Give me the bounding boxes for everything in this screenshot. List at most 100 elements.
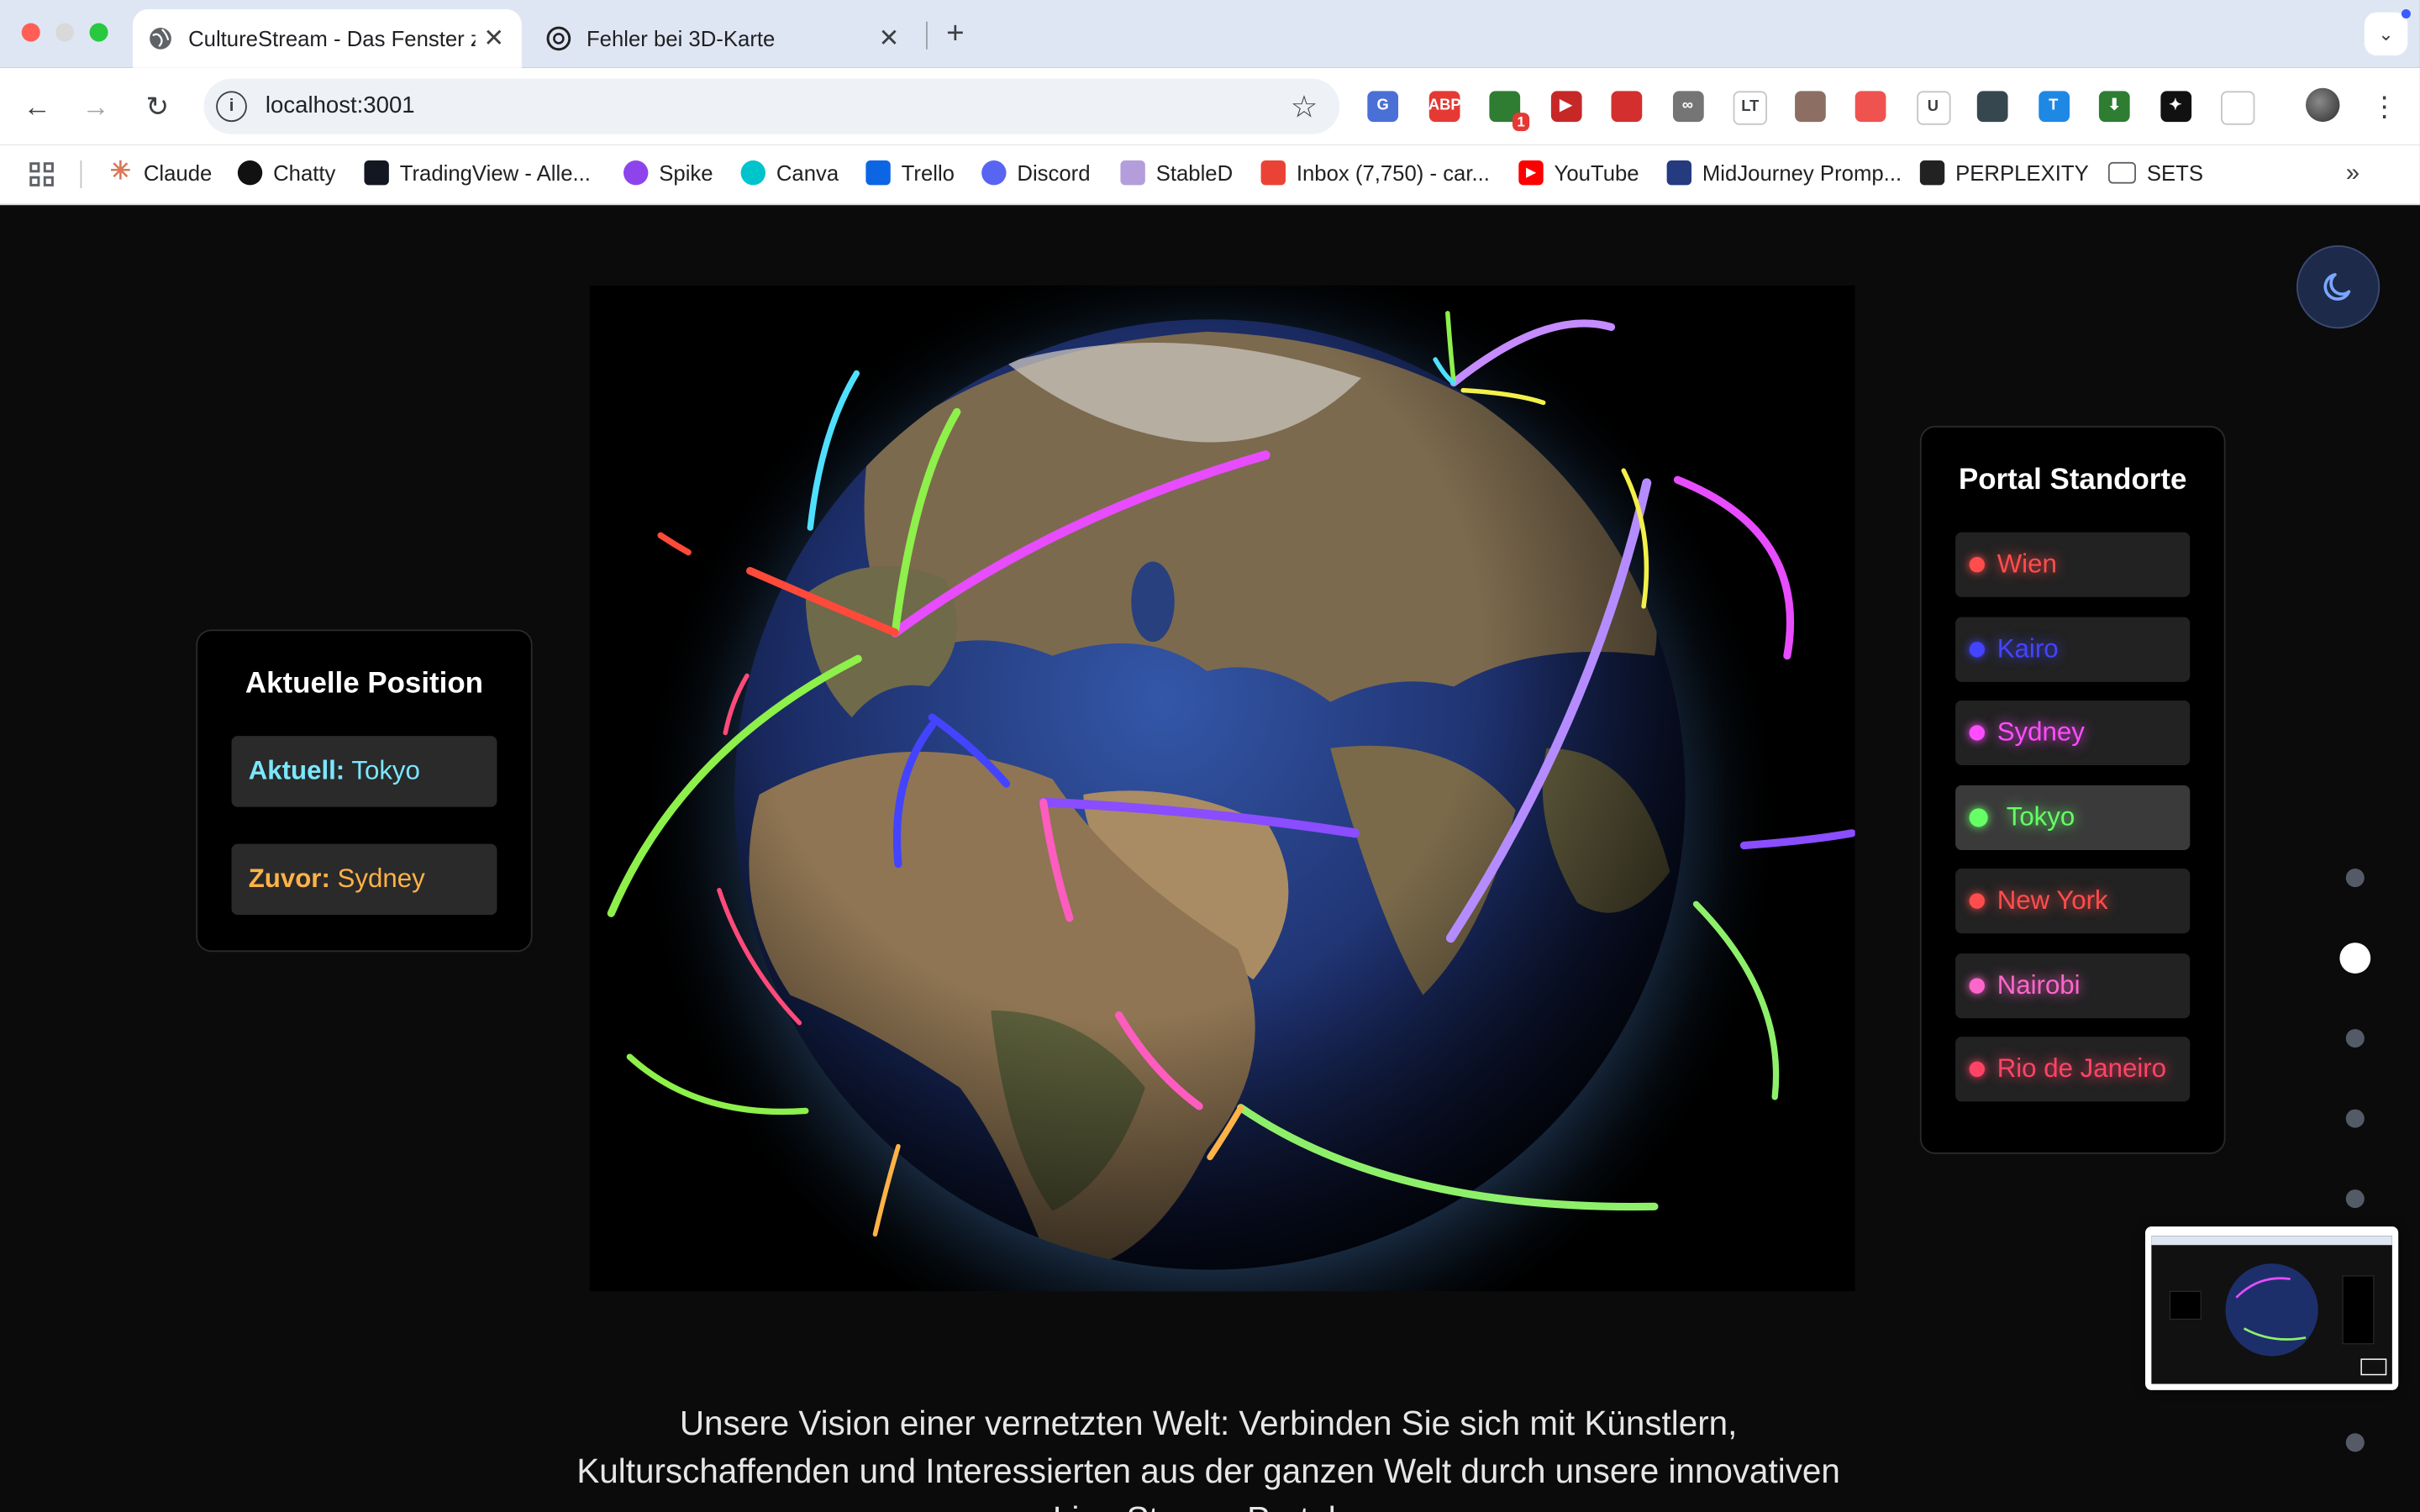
bookmark-label: SETS xyxy=(2146,160,2204,186)
extension-badge-count: 1 xyxy=(1512,113,1530,132)
u-icon[interactable]: U xyxy=(1916,91,1950,125)
puzzle-icon[interactable] xyxy=(2221,91,2255,125)
sparkle-icon[interactable]: ✦ xyxy=(2160,91,2191,123)
tradingview-icon xyxy=(364,160,389,186)
folder-icon xyxy=(2107,161,2136,184)
location-kairo[interactable]: Kairo xyxy=(1955,616,2191,681)
section-nav-dot[interactable] xyxy=(2345,1029,2365,1048)
bookmark-midjourney-promp[interactable]: MidJourney Promp... xyxy=(1666,160,1902,186)
close-window-button[interactable] xyxy=(21,23,40,42)
new-tab-button[interactable]: + xyxy=(939,15,972,52)
bookmark-star-icon[interactable]: ☆ xyxy=(1291,88,1318,127)
download-arrow-icon[interactable]: ⬇ xyxy=(2098,91,2130,123)
globe-icon xyxy=(148,26,172,50)
layers-icon[interactable] xyxy=(1976,91,2008,123)
location-color-dot xyxy=(1969,1061,1985,1078)
t-icon[interactable]: T xyxy=(2038,91,2070,123)
claude-icon: ✳ xyxy=(109,159,131,186)
portal-locations-panel: Portal Standorte Wien Kairo Sydney Tokyo New… xyxy=(1919,425,2226,1154)
bookmark-stabled[interactable]: StableD xyxy=(1120,160,1233,186)
location-color-dot xyxy=(1969,807,1988,827)
rocket-icon xyxy=(1120,160,1145,186)
languagetool-icon[interactable]: LT xyxy=(1733,91,1768,125)
bookmark-divider xyxy=(80,160,82,189)
bookmark-perplexity[interactable]: PERPLEXITY xyxy=(1919,160,2089,186)
minimize-window-button[interactable] xyxy=(55,23,75,42)
tab-strip: CultureStream - Das Fenster z ✕ Fehler b… xyxy=(0,0,2420,68)
previous-position-box: Zuvor: Sydney xyxy=(231,843,497,916)
bookmark-chatty[interactable]: Chatty xyxy=(237,160,336,186)
forward-button[interactable]: → xyxy=(77,88,114,125)
location-label: Nairobi xyxy=(1996,969,2081,1000)
location-label: Wien xyxy=(1996,549,2057,579)
bookmark-claude[interactable]: ✳ Claude xyxy=(108,159,213,186)
media-icon[interactable]: ▶ xyxy=(1549,91,1581,123)
current-position-box: Aktuell: Tokyo xyxy=(231,736,497,807)
bookmark-discord[interactable]: Discord xyxy=(981,160,1091,186)
tab-culturestream[interactable]: CultureStream - Das Fenster z ✕ xyxy=(132,9,522,68)
section-nav-dot[interactable] xyxy=(2345,869,2365,888)
chat-icon[interactable] xyxy=(1854,91,1886,123)
bookmark-label: Canva xyxy=(776,160,839,186)
location-wien[interactable]: Wien xyxy=(1955,532,2191,597)
trello-icon xyxy=(865,160,891,186)
bookmark-sets[interactable]: SETS xyxy=(2107,160,2204,186)
current-position-panel: Aktuelle Position Aktuell: Tokyo Zuvor: … xyxy=(196,629,533,953)
chatgpt-icon xyxy=(237,160,263,186)
google-translate-icon[interactable]: G xyxy=(1367,91,1399,123)
apps-grid-icon[interactable] xyxy=(28,160,55,188)
location-nairobi[interactable]: Nairobi xyxy=(1955,953,2191,1018)
section-nav-dot-active[interactable] xyxy=(2339,942,2371,974)
adblock-plus-icon[interactable]: ABP xyxy=(1428,91,1461,123)
location-sydney[interactable]: Sydney xyxy=(1955,700,2191,766)
panel-title: Portal Standorte xyxy=(1958,464,2187,497)
tab-search-button[interactable]: ⌄ xyxy=(2364,12,2408,56)
extension-badge-icon[interactable]: 1 xyxy=(1489,91,1530,132)
location-color-dot xyxy=(1969,725,1985,741)
bookmark-label: Claude xyxy=(143,160,213,186)
profile-avatar[interactable] xyxy=(2306,87,2340,123)
location-rio-de-janeiro[interactable]: Rio de Janeiro xyxy=(1955,1037,2191,1102)
tab-fehler-3d-karte[interactable]: Fehler bei 3D-Karte ✕ xyxy=(531,9,917,68)
youtube-icon: ▶ xyxy=(1518,160,1544,186)
location-new-york[interactable]: New York xyxy=(1955,869,2191,934)
current-label: Aktuell: xyxy=(248,755,345,785)
bookmark-youtube[interactable]: ▶ YouTube xyxy=(1518,160,1639,186)
bookmark-label: TradingView - Alle... xyxy=(399,160,591,186)
previous-label: Zuvor: xyxy=(248,864,330,894)
tab-separator xyxy=(926,21,928,50)
bookmark-spike[interactable]: Spike xyxy=(623,160,713,186)
location-tokyo[interactable]: Tokyo xyxy=(1955,784,2191,850)
section-nav-dot[interactable] xyxy=(2345,1433,2365,1452)
bookmark-tradingview-alle[interactable]: TradingView - Alle... xyxy=(364,160,591,186)
close-tab-icon[interactable]: ✕ xyxy=(871,24,908,55)
screen-share-preview[interactable] xyxy=(2145,1226,2399,1390)
location-color-dot xyxy=(1969,641,1985,657)
site-info-icon[interactable]: i xyxy=(216,91,247,123)
close-tab-icon[interactable]: ✕ xyxy=(476,24,513,55)
more-bookmarks-icon[interactable]: » xyxy=(2346,160,2360,188)
bookmark-label: Chatty xyxy=(273,160,336,186)
url-text[interactable]: localhost:3001 xyxy=(266,92,415,118)
section-nav-dot[interactable] xyxy=(2345,1189,2365,1209)
shield-icon[interactable] xyxy=(1611,91,1643,123)
globe-visualization[interactable] xyxy=(589,220,1856,1369)
bookmark-canva[interactable]: Canva xyxy=(740,160,839,186)
bookmark-trello[interactable]: Trello xyxy=(865,160,955,186)
link-icon[interactable]: ∞ xyxy=(1672,91,1703,123)
bookmark-inbox-7-750-car[interactable]: Inbox (7,750) - car... xyxy=(1260,160,1490,186)
reload-button[interactable]: ↻ xyxy=(139,88,176,125)
location-label: New York xyxy=(1996,885,2108,916)
globe-svg xyxy=(589,220,1856,1369)
image-icon[interactable] xyxy=(1794,91,1825,123)
back-button[interactable]: ← xyxy=(18,88,55,125)
theme-toggle-button[interactable] xyxy=(2296,245,2381,329)
culturestream-page: Aktuelle Position Aktuell: Tokyo Zuvor: … xyxy=(0,205,2420,1512)
location-label: Tokyo xyxy=(2006,801,2075,832)
maximize-window-button[interactable] xyxy=(89,23,108,42)
location-label: Rio de Janeiro xyxy=(1996,1053,2167,1084)
tab-title: CultureStream - Das Fenster z xyxy=(188,26,476,51)
section-nav-dot[interactable] xyxy=(2345,1109,2365,1128)
address-bar[interactable]: i localhost:3001 ☆ xyxy=(203,78,1340,134)
browser-menu-icon[interactable]: ⋮ xyxy=(2370,88,2398,125)
